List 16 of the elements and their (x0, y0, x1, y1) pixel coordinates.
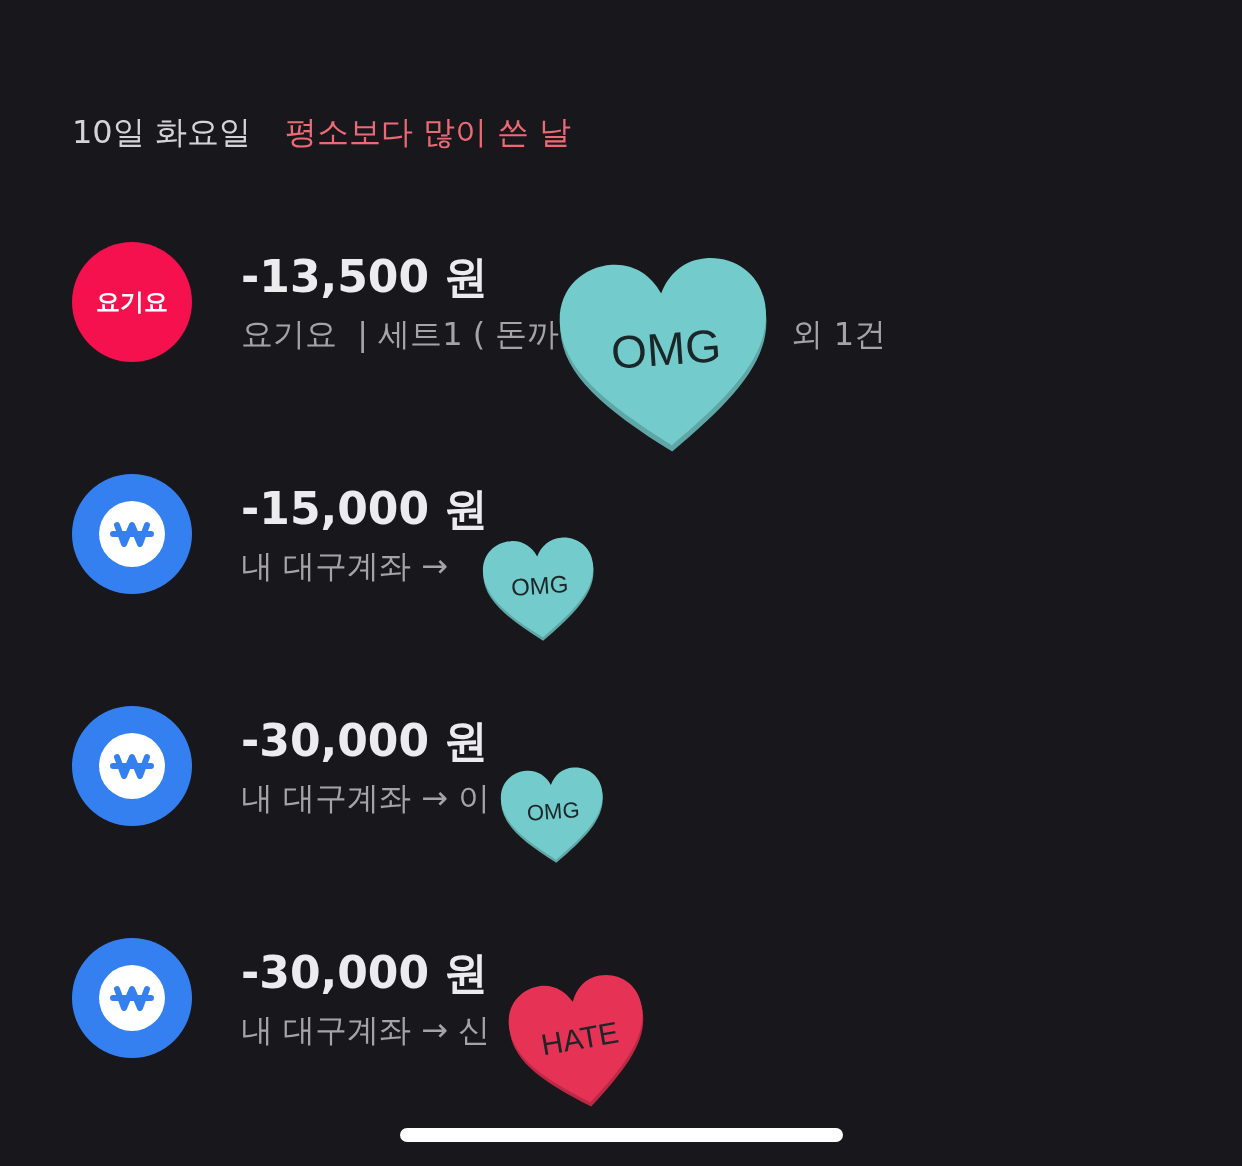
transaction-detail: 내 대구계좌 → 이 (241, 778, 491, 819)
won-icon (72, 706, 192, 826)
transaction-detail-tail: 외 1건 (791, 314, 886, 355)
spending-note: 평소보다 많이 쓴 날 (284, 112, 572, 153)
yogiyo-logo: 요기요 (72, 242, 192, 362)
amount: -13,500 원 (241, 250, 490, 304)
transaction-detail: 요기요 | 세트1 ( 돈까 (241, 314, 560, 355)
date-label: 10일 화요일 (72, 112, 251, 153)
won-icon (72, 938, 192, 1058)
transaction-detail: 내 대구계좌 → 신 (241, 1010, 491, 1051)
amount: -15,000 원 (241, 482, 489, 536)
amount: -30,000 원 (241, 714, 490, 768)
transaction-detail: 내 대구계좌 → (241, 546, 449, 587)
won-icon (72, 474, 192, 594)
amount: -30,000 원 (241, 946, 490, 1000)
heart-sticker: OMG (500, 767, 606, 864)
